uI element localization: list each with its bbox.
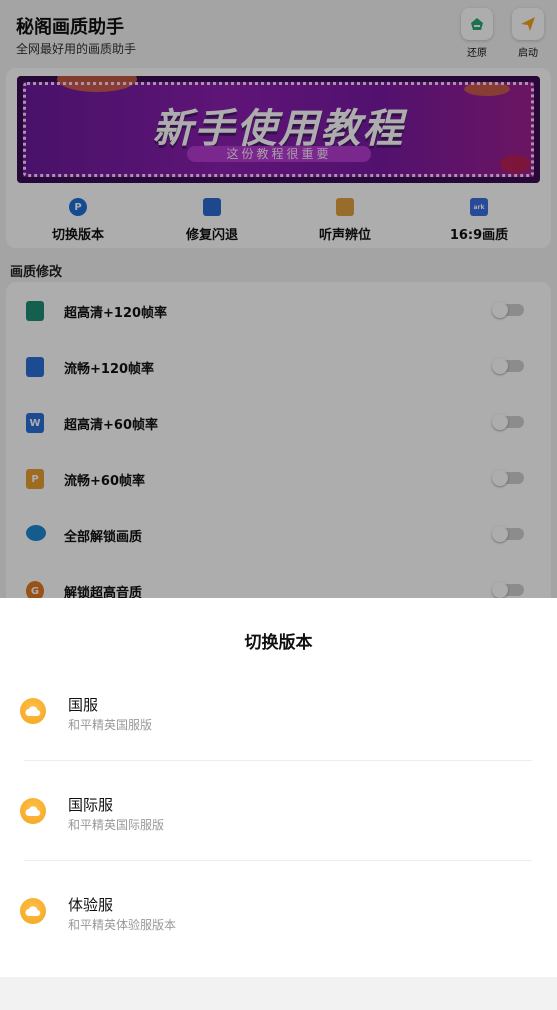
divider bbox=[24, 760, 532, 761]
option-subtitle: 和平精英国际服版 bbox=[68, 818, 165, 832]
option-title: 国际服 bbox=[68, 796, 114, 814]
option-subtitle: 和平精英国服版 bbox=[68, 718, 153, 732]
option-subtitle: 和平精英体验服版本 bbox=[68, 918, 177, 932]
version-bottom-sheet: 切换版本 国服 和平精英国服版 国际服 和平精英国际服版 体验服 和平精英体验服… bbox=[0, 598, 557, 977]
option-title: 国服 bbox=[68, 696, 99, 714]
sheet-title: 切换版本 bbox=[244, 633, 313, 653]
cloud-icon bbox=[20, 798, 46, 824]
option-beta[interactable]: 体验服 和平精英体验服版本 bbox=[0, 896, 557, 1010]
cloud-icon bbox=[20, 898, 46, 924]
divider bbox=[24, 860, 532, 861]
cloud-icon bbox=[20, 698, 46, 724]
option-title: 体验服 bbox=[68, 896, 114, 914]
